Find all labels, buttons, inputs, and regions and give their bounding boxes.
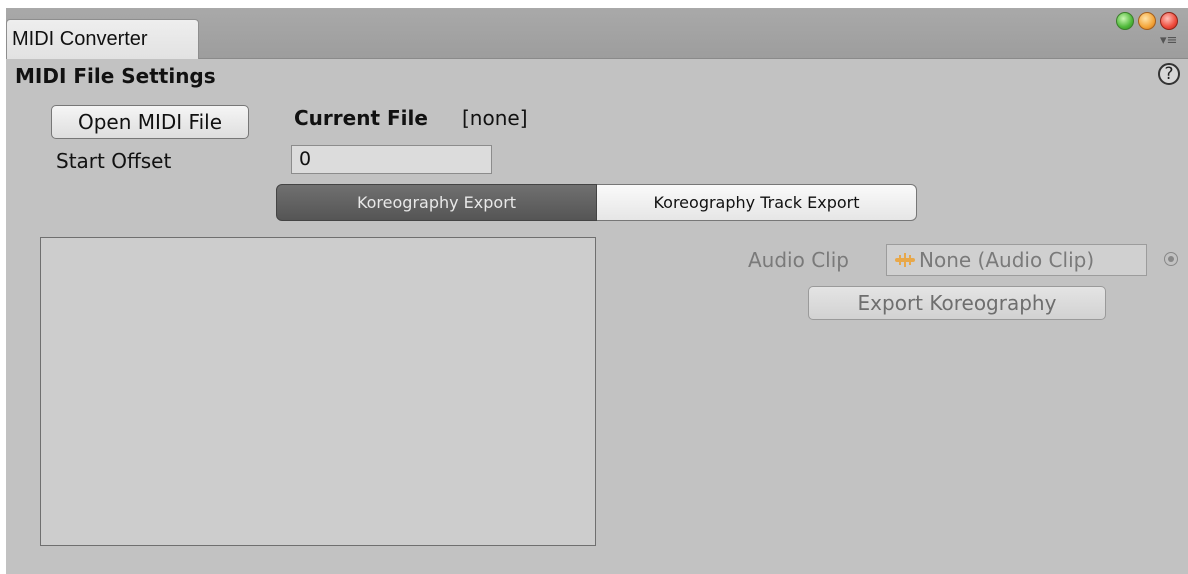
track-list-box[interactable] [40,237,596,546]
tab-koreography-track-export[interactable]: Koreography Track Export [597,184,917,221]
close-window-icon[interactable] [1160,12,1178,30]
start-offset-label: Start Offset [56,149,172,173]
tab-bar: MIDI Converter ▾≡ [6,8,1188,59]
maximize-window-icon[interactable] [1116,12,1134,30]
current-file-label: Current File [294,106,428,130]
question-circle-icon[interactable]: ? [1158,63,1180,85]
audio-clip-icon [895,253,915,267]
menu-icon[interactable]: ▾≡ [1160,34,1177,48]
tab-midi-converter[interactable]: MIDI Converter [6,19,199,59]
section-title: MIDI File Settings [15,64,216,88]
start-offset-field[interactable]: 0 [291,145,492,174]
open-midi-file-button[interactable]: Open MIDI File [51,105,249,139]
export-koreography-button[interactable]: Export Koreography [808,286,1106,320]
object-picker-icon[interactable] [1164,252,1178,266]
current-file-value: [none] [462,106,528,130]
audio-clip-label: Audio Clip [748,248,849,272]
tab-koreography-export[interactable]: Koreography Export [276,184,597,221]
audio-clip-value: None (Audio Clip) [919,248,1095,272]
export-mode-tabs: Koreography Export Koreography Track Exp… [276,184,917,221]
minimize-window-icon[interactable] [1138,12,1156,30]
midi-converter-window: MIDI Converter ▾≡ MIDI File Settings ? O… [6,8,1188,574]
audio-clip-field[interactable]: None (Audio Clip) [886,244,1147,276]
